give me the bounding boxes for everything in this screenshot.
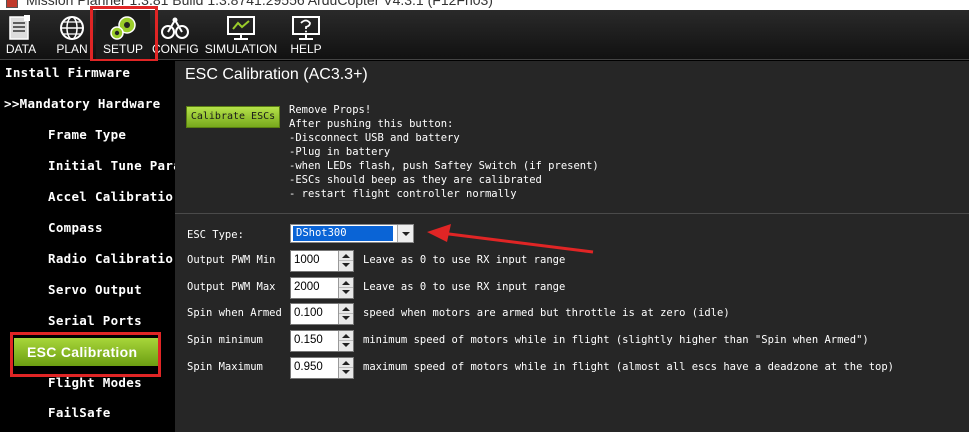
param-label: Output PWM Min	[187, 254, 276, 266]
toolbar-help-button[interactable]: HELP	[284, 10, 328, 60]
param-row-pwm-max: Output PWM Max 2000 Leave as 0 to use RX…	[175, 277, 969, 301]
toolbar-config-button[interactable]: CONFIG	[152, 10, 199, 60]
spin-up-icon[interactable]	[339, 358, 353, 368]
param-value: 0.100	[294, 307, 323, 319]
sidebar-item-frame-type[interactable]: Frame Type	[48, 124, 126, 146]
section-divider	[175, 213, 969, 214]
param-value: 0.150	[294, 334, 323, 346]
sidebar-item-mandatory-hardware[interactable]: >>Mandatory Hardware	[4, 93, 161, 115]
toolbar-plan-label: PLAN	[56, 42, 88, 56]
sidebar-item-serial-ports[interactable]: Serial Ports	[48, 310, 142, 332]
esc-calibration-panel: ESC Calibration (AC3.3+) Calibrate ESCs …	[175, 61, 969, 432]
toolbar-config-label: CONFIG	[152, 42, 199, 56]
param-description: minimum speed of motors while in flight …	[363, 334, 869, 346]
sidebar-item-initial-tune-params[interactable]: Initial Tune Para	[48, 155, 175, 177]
setup-gears-icon	[110, 16, 136, 40]
calibrate-escs-button[interactable]: Calibrate ESCs	[186, 106, 280, 128]
param-description: speed when motors are armed but throttle…	[363, 307, 730, 319]
toolbar-data-label: DATA	[5, 42, 37, 56]
param-description: maximum speed of motors while in flight …	[363, 361, 895, 373]
sidebar-item-accel-calibration[interactable]: Accel Calibratio	[48, 186, 173, 208]
calibration-instructions: Remove Props! After pushing this button:…	[289, 103, 889, 201]
main-toolbar: DATA PLAN SETUP CONFIG SIMULATION HELP	[0, 10, 969, 60]
param-label: Spin when Armed	[187, 307, 282, 319]
help-monitor-icon	[292, 16, 320, 40]
instruction-line: -Plug in battery	[289, 146, 391, 158]
param-label: Spin Maximum	[187, 361, 263, 373]
spin-down-icon[interactable]	[339, 368, 353, 378]
sidebar-item-radio-calibration[interactable]: Radio Calibratio	[48, 248, 173, 270]
spin-min-input[interactable]: 0.150	[290, 330, 354, 352]
toolbar-simulation-label: SIMULATION	[204, 42, 278, 56]
spin-buttons	[338, 304, 353, 324]
sidebar-item-servo-output[interactable]: Servo Output	[48, 279, 142, 301]
spin-up-icon[interactable]	[339, 278, 353, 288]
instruction-line: Remove Props!	[289, 104, 372, 116]
param-value: 2000	[294, 281, 320, 293]
app-icon	[6, 0, 18, 8]
spin-down-icon[interactable]	[339, 341, 353, 351]
sidebar-item-compass[interactable]: Compass	[48, 217, 103, 239]
spin-up-icon[interactable]	[339, 304, 353, 314]
window-title-bar: Mission Planner 1.3.81 Build 1.3.8741.29…	[0, 0, 969, 10]
spin-down-icon[interactable]	[339, 261, 353, 271]
instruction-line: -when LEDs flash, push Saftey Switch (if…	[289, 160, 599, 172]
data-icon	[9, 15, 30, 40]
instruction-line: - restart flight controller normally	[289, 188, 517, 200]
spin-buttons	[338, 278, 353, 298]
param-row-spin-min: Spin minimum 0.150 minimum speed of moto…	[175, 330, 969, 354]
spin-down-icon[interactable]	[339, 314, 353, 324]
spin-max-input[interactable]: 0.950	[290, 357, 354, 379]
simulation-monitor-icon	[227, 16, 255, 40]
instruction-line: -Disconnect USB and battery	[289, 132, 460, 144]
sidebar-item-install-firmware[interactable]: Install Firmware	[5, 62, 130, 84]
setup-sidebar: Install Firmware >>Mandatory Hardware Fr…	[0, 61, 175, 432]
window-title: Mission Planner 1.3.81 Build 1.3.8741.29…	[26, 0, 493, 8]
spin-up-icon[interactable]	[339, 251, 353, 261]
sidebar-item-flight-modes[interactable]: Flight Modes	[48, 372, 142, 394]
page-title: ESC Calibration (AC3.3+)	[185, 66, 368, 83]
instruction-line: After pushing this button:	[289, 118, 454, 130]
calibration-section: Calibrate ESCs Remove Props! After pushi…	[175, 95, 969, 213]
toolbar-setup-label: SETUP	[102, 42, 143, 56]
param-row-spin-armed: Spin when Armed 0.100 speed when motors …	[175, 303, 969, 327]
esc-type-select[interactable]: DShot300	[290, 224, 414, 243]
sidebar-item-failsafe[interactable]: FailSafe	[48, 402, 111, 424]
param-label: Spin minimum	[187, 334, 263, 346]
globe-icon	[60, 16, 84, 40]
spin-buttons	[338, 251, 353, 271]
esc-type-label: ESC Type:	[187, 229, 244, 241]
spin-armed-input[interactable]: 0.100	[290, 303, 354, 325]
spin-down-icon[interactable]	[339, 288, 353, 298]
param-label: Output PWM Max	[187, 281, 276, 293]
toolbar-setup-button[interactable]: SETUP	[96, 10, 150, 60]
param-row-pwm-min: Output PWM Min 1000 Leave as 0 to use RX…	[175, 250, 969, 274]
spin-buttons	[338, 331, 353, 351]
toolbar-help-label: HELP	[290, 42, 322, 56]
toolbar-data-button[interactable]: DATA	[0, 10, 42, 60]
param-value: 1000	[294, 254, 320, 266]
esc-type-selected-value: DShot300	[293, 226, 393, 241]
param-value: 0.950	[294, 361, 323, 373]
spin-up-icon[interactable]	[339, 331, 353, 341]
spin-buttons	[338, 358, 353, 378]
chevron-down-icon[interactable]	[397, 225, 413, 242]
param-row-spin-max: Spin Maximum 0.950 maximum speed of moto…	[175, 357, 969, 381]
param-description: Leave as 0 to use RX input range	[363, 254, 566, 266]
pwm-min-input[interactable]: 1000	[290, 250, 354, 272]
param-description: Leave as 0 to use RX input range	[363, 281, 566, 293]
sidebar-item-esc-calibration[interactable]: ESC Calibration	[14, 338, 160, 366]
toolbar-plan-button[interactable]: PLAN	[50, 10, 94, 60]
instruction-line: -ESCs should beep as they are calibrated	[289, 174, 542, 186]
pwm-max-input[interactable]: 2000	[290, 277, 354, 299]
esc-type-row: ESC Type: DShot300	[175, 223, 969, 247]
config-wrench-icon	[161, 17, 189, 39]
toolbar-simulation-button[interactable]: SIMULATION	[203, 10, 279, 60]
